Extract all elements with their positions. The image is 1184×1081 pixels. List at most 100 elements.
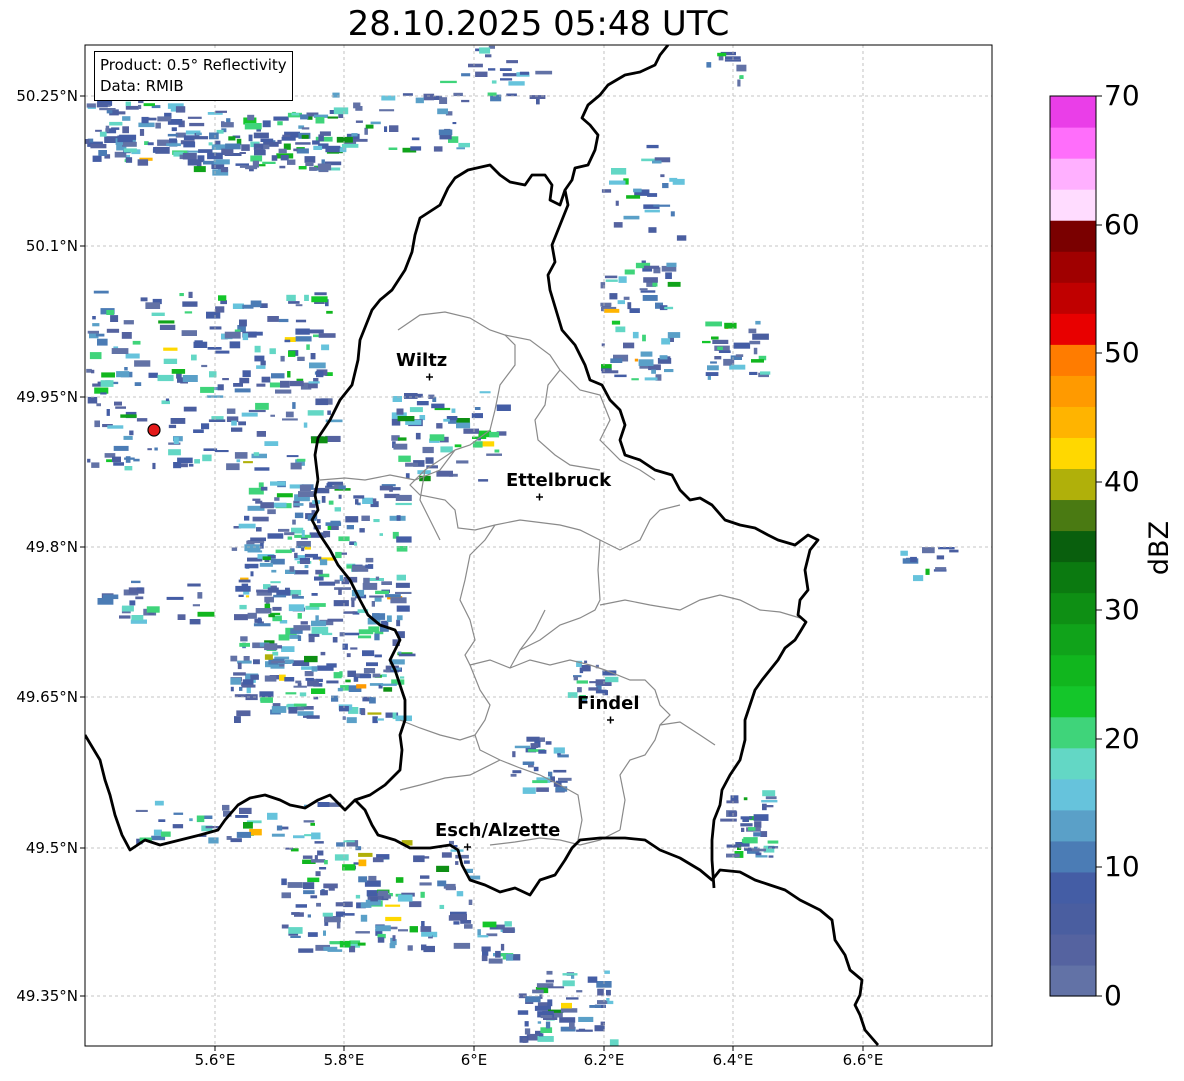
echo-pixel [634,358,639,362]
echo-pixel [264,441,279,446]
echo-pixel [573,676,578,681]
echo-pixel [86,103,96,108]
echo-pixel [415,97,424,104]
echo-pixel [304,564,309,569]
echo-pixel [115,406,126,409]
echo-pixel [261,376,271,383]
echo-pixel [647,193,658,197]
echo-pixel [611,168,627,175]
echo-pixel [299,484,311,492]
echo-pixel [97,338,108,346]
echo-pixel [506,60,518,64]
echo-pixel [289,380,304,387]
echo-pixel [712,339,729,344]
echo-pixel [353,102,361,109]
echo-pixel [553,769,567,773]
colorbar-tick-label: 0 [1104,979,1122,1012]
echo-pixel [389,125,399,132]
echo-pixel [420,875,430,879]
national-borders [85,45,880,1046]
echo-pixel [281,136,296,141]
echo-pixel [198,149,213,153]
echo-pixel [346,525,354,530]
echo-pixel [196,815,205,823]
echo-pixel [106,310,115,315]
echo-pixel [405,462,419,467]
colorbar-segment [1050,530,1096,563]
echo-pixel [177,614,186,620]
colorbar-tick-label: 10 [1104,850,1140,883]
echo-pixel [481,955,488,962]
echo-pixel [95,333,105,337]
echo-pixel [196,132,202,136]
echo-pixel [256,365,266,369]
echo-pixel [239,152,246,154]
echo-pixel [508,81,525,86]
echo-pixel [396,536,412,543]
echo-pixel [158,819,166,822]
echo-pixel [443,418,450,422]
echo-pixel [752,333,769,340]
echo-pixel [122,116,131,121]
echo-pixel [303,422,308,428]
echo-pixel [615,200,619,206]
echo-pixel [363,577,370,585]
echo-pixel [255,608,272,614]
echo-pixel [279,165,286,169]
echo-pixel [295,319,307,323]
echo-pixel [434,407,451,411]
echo-pixel [197,611,215,617]
echo-pixel [439,904,445,909]
echo-pixel [202,454,212,462]
echo-pixel [234,452,248,459]
echo-pixel [238,421,246,426]
echo-pixel [666,262,677,267]
echo-pixel [145,302,161,309]
echo-pixel [660,174,665,178]
echo-pixel [653,204,671,207]
echo-pixel [221,122,234,128]
echo-pixel [374,597,382,602]
echo-pixel [397,437,407,441]
echo-pixel [538,749,547,754]
echo-pixel [137,159,149,166]
echo-pixel [310,859,326,863]
echo-pixel [136,418,148,422]
echo-pixel [489,431,500,438]
echo-pixel [632,331,639,339]
colorbar-segment [1050,964,1096,997]
echo-pixel [566,997,579,1000]
echo-pixel [201,423,210,430]
echo-pixel [351,133,358,137]
echo-pixel [243,822,253,829]
echo-pixel [296,148,309,154]
echo-pixel [271,373,285,379]
echo-pixel [313,145,323,150]
echo-pixel [298,166,307,170]
echo-pixel [293,685,307,688]
echo-pixel [415,432,421,440]
echo-pixel [362,497,374,504]
echo-pixel [360,902,372,908]
colorbar-segment [1050,747,1096,780]
echo-pixel [300,114,309,120]
echo-pixel [767,840,779,844]
echo-pixel [101,372,115,378]
echo-pixel [437,880,447,887]
echo-pixel [301,134,309,139]
echo-pixel [396,515,401,521]
echo-pixel [257,617,262,624]
echo-pixel [390,597,407,604]
echo-pixel [395,502,412,506]
colorbar-segment [1050,96,1096,128]
echo-pixel [748,328,757,334]
echo-pixel [420,891,425,898]
echo-pixel [355,499,359,505]
colorbar-segment [1050,406,1096,438]
echo-pixel [116,371,130,378]
echo-pixel [157,116,171,122]
echo-pixel [478,479,489,482]
echo-pixel [936,555,945,560]
echo-pixel [651,369,656,374]
echo-pixel [122,605,134,612]
